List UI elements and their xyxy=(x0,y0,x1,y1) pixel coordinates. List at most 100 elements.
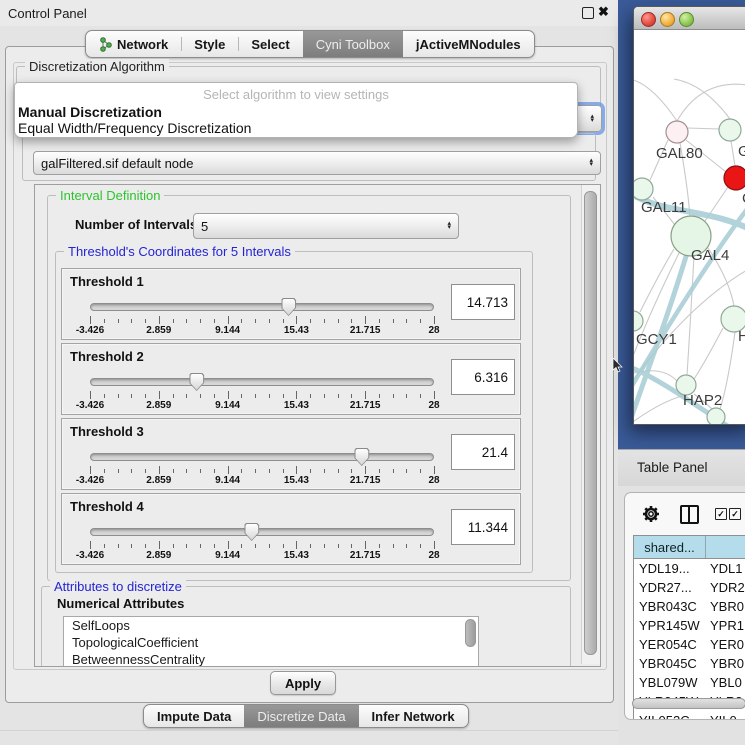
numerical-attributes-list[interactable]: SelfLoopsTopologicalCoefficientBetweenne… xyxy=(63,616,479,667)
checkbox-icon[interactable]: ✓ xyxy=(729,508,741,520)
checkbox-icon[interactable]: ✓ xyxy=(715,508,727,520)
slider-thumb-icon[interactable] xyxy=(189,373,204,391)
tab-discretize-data[interactable]: Discretize Data xyxy=(244,705,358,727)
tab-select[interactable]: Select xyxy=(238,31,302,57)
slider-track[interactable] xyxy=(90,378,434,386)
tab-jactivemnodules[interactable]: jActiveMNodules xyxy=(403,31,534,57)
cell-shared-name[interactable]: YER054C xyxy=(634,635,705,654)
minimize-traffic-light[interactable] xyxy=(660,12,675,27)
slider-track[interactable] xyxy=(90,528,434,536)
attribute-list-item[interactable]: SelfLoops xyxy=(64,617,478,634)
network-window-titlebar[interactable] xyxy=(634,7,745,30)
cell-name[interactable]: YBL0 xyxy=(705,673,745,692)
threshold-slider[interactable] xyxy=(90,452,434,462)
cell-shared-name[interactable]: YBR043C xyxy=(634,597,705,616)
threshold-slider[interactable] xyxy=(90,302,434,312)
attribute-list-item[interactable]: TopologicalCoefficient xyxy=(64,634,478,651)
slider-tick-labels: -3.4262.8599.14415.4321.71528 xyxy=(90,550,434,562)
tab-style[interactable]: Style xyxy=(181,31,238,57)
tick-label: 28 xyxy=(428,550,439,561)
threshold-label: Threshold 2 xyxy=(70,349,144,364)
table-row[interactable]: YBL079WYBL0 xyxy=(634,673,745,692)
tick-mark xyxy=(351,544,352,548)
table-row[interactable]: YPR145WYPR1 xyxy=(634,616,745,635)
settings-scrollbar-thumb[interactable] xyxy=(584,191,597,655)
threshold-value-field[interactable]: 21.4 xyxy=(451,434,515,470)
table-row[interactable]: YDL19...YDL1 xyxy=(634,559,745,578)
tick-mark xyxy=(214,469,215,473)
tab-infer-network[interactable]: Infer Network xyxy=(359,705,468,727)
zoom-traffic-light[interactable] xyxy=(679,12,694,27)
cell-shared-name[interactable]: YBR045C xyxy=(634,654,705,673)
tick-mark xyxy=(228,466,229,474)
cell-shared-name[interactable]: YBL079W xyxy=(634,673,705,692)
mouse-cursor xyxy=(612,358,624,374)
slider-ticks xyxy=(90,316,434,325)
cell-shared-name[interactable]: YDL19... xyxy=(634,559,705,578)
algorithm-option[interactable]: Equal Width/Frequency Discretization xyxy=(18,120,574,135)
tick-mark xyxy=(90,316,91,324)
tick-mark xyxy=(283,319,284,323)
settings-vertical-scrollbar[interactable] xyxy=(581,185,600,664)
tick-mark xyxy=(310,469,311,473)
table-row[interactable]: YIL052CYIL0 xyxy=(634,711,745,720)
cell-shared-name[interactable]: YDR27... xyxy=(634,578,705,597)
table-row[interactable]: YDR27...YDR2 xyxy=(634,578,745,597)
threshold-slider[interactable] xyxy=(90,527,434,537)
tick-mark xyxy=(310,394,311,398)
tick-mark xyxy=(324,394,325,398)
slider-track[interactable] xyxy=(90,453,434,461)
tab-cyni-toolbox[interactable]: Cyni Toolbox xyxy=(303,31,403,57)
cell-name[interactable]: YIL0 xyxy=(705,711,745,720)
slider-track[interactable] xyxy=(90,303,434,311)
tab-label: Impute Data xyxy=(157,709,231,724)
apply-button[interactable]: Apply xyxy=(270,671,336,695)
close-icon[interactable]: ✖ xyxy=(598,4,609,20)
split-column-icon[interactable] xyxy=(680,505,699,524)
attribute-list-item[interactable]: BetweennessCentrality xyxy=(64,651,478,667)
tick-mark xyxy=(338,469,339,473)
cell-name[interactable]: YDR2 xyxy=(705,578,745,597)
table-header-row: shared... n xyxy=(634,536,745,559)
table-row[interactable]: YER054CYER0 xyxy=(634,635,745,654)
threshold-value-field[interactable]: 11.344 xyxy=(451,509,515,545)
cell-shared-name[interactable]: YPR145W xyxy=(634,616,705,635)
tick-mark xyxy=(131,319,132,323)
algorithm-option[interactable]: Manual Discretization xyxy=(18,104,574,119)
network-canvas[interactable]: GAL80 GAL11 GAL4 GCY1 HAP2 G. C H xyxy=(634,29,745,424)
column-header-shared[interactable]: shared... xyxy=(634,536,706,558)
tab-network[interactable]: Network xyxy=(86,31,181,57)
threshold-value-field[interactable]: 14.713 xyxy=(451,284,515,320)
tick-mark xyxy=(379,544,380,548)
cell-shared-name[interactable]: YIL052C xyxy=(634,711,705,720)
close-traffic-light[interactable] xyxy=(641,12,656,27)
threshold-value-field[interactable]: 6.316 xyxy=(451,359,515,395)
cell-name[interactable]: YBR0 xyxy=(705,654,745,673)
tab-label: Discretize Data xyxy=(257,709,345,724)
combo-arrows-icon: ▴▾ xyxy=(441,222,451,230)
cell-name[interactable]: YPR1 xyxy=(705,616,745,635)
table-horizontal-scrollbar[interactable] xyxy=(632,698,745,709)
cell-name[interactable]: YER0 xyxy=(705,635,745,654)
slider-thumb-icon[interactable] xyxy=(244,523,259,541)
float-panel-icon[interactable] xyxy=(582,7,594,19)
tick-label: -3.426 xyxy=(76,475,104,486)
slider-thumb-icon[interactable] xyxy=(354,448,369,466)
gear-icon[interactable] xyxy=(641,504,661,524)
slider-thumb-icon[interactable] xyxy=(281,298,296,316)
tick-mark xyxy=(255,319,256,323)
tick-mark xyxy=(393,469,394,473)
table-data-combobox[interactable]: galFiltered.sif default node ▴▾ xyxy=(33,151,601,175)
table-row[interactable]: YBR043CYBR0 xyxy=(634,597,745,616)
column-header-name[interactable]: n xyxy=(706,536,745,558)
tab-impute-data[interactable]: Impute Data xyxy=(144,705,244,727)
threshold-slider[interactable] xyxy=(90,377,434,387)
tick-label: 2.859 xyxy=(146,550,171,561)
tick-mark xyxy=(186,469,187,473)
number-of-intervals-combobox[interactable]: 5 ▴▾ xyxy=(193,213,459,239)
cell-name[interactable]: YBR0 xyxy=(705,597,745,616)
table-row[interactable]: YBR045CYBR0 xyxy=(634,654,745,673)
tick-mark xyxy=(338,394,339,398)
attributes-list-scrollbar[interactable] xyxy=(465,619,476,647)
cell-name[interactable]: YDL1 xyxy=(705,559,745,578)
